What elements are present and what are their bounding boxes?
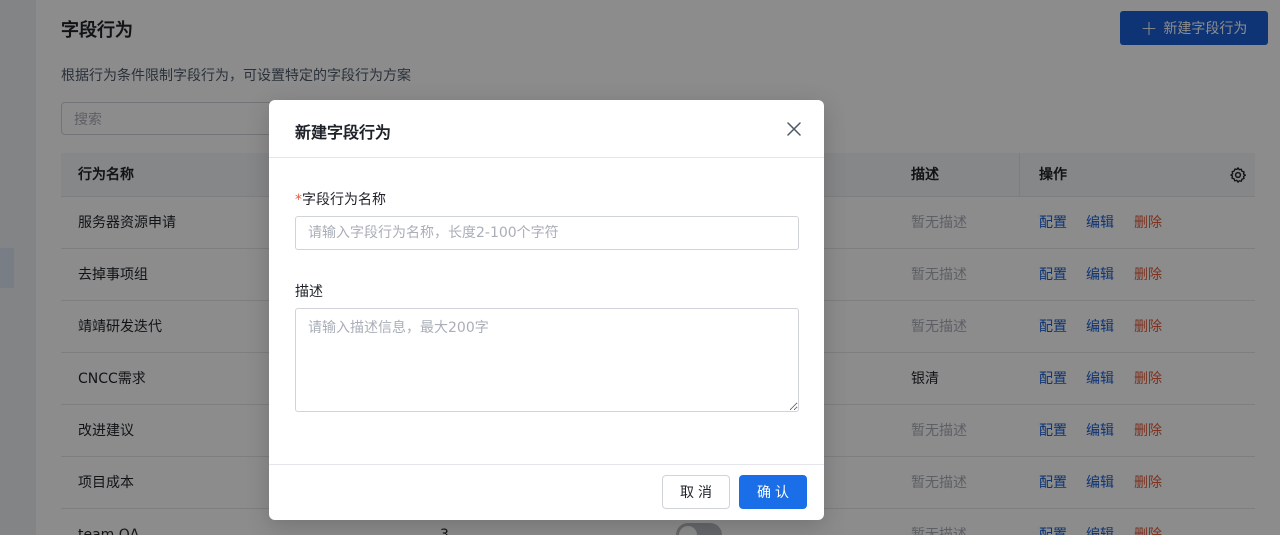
name-label-text: 字段行为名称 — [302, 192, 386, 208]
description-textarea[interactable] — [295, 308, 799, 412]
dialog-footer: 取消 确认 — [269, 464, 824, 520]
dialog-title: 新建字段行为 — [295, 123, 392, 142]
confirm-button[interactable]: 确认 — [739, 475, 807, 509]
dialog-header: 新建字段行为 — [269, 100, 824, 158]
close-icon[interactable] — [786, 121, 802, 137]
behavior-name-input[interactable] — [295, 216, 799, 250]
desc-field-label: 描述 — [295, 284, 323, 300]
new-field-behavior-dialog: 新建字段行为 *字段行为名称 描述 取消 确认 — [269, 100, 824, 520]
cancel-button[interactable]: 取消 — [662, 475, 730, 509]
required-mark: * — [295, 192, 302, 208]
name-field-label: *字段行为名称 — [295, 189, 386, 209]
